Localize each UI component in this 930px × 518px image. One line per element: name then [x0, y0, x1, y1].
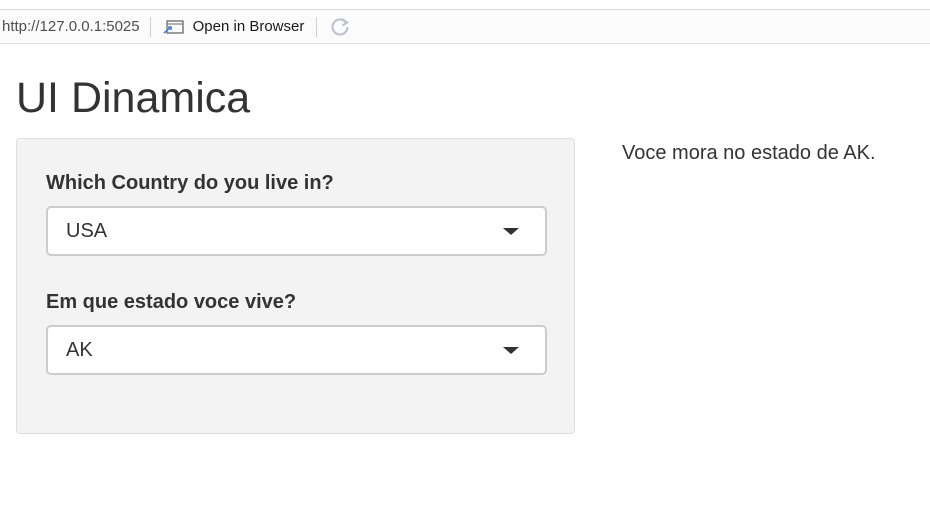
refresh-button[interactable]: [329, 16, 351, 38]
toolbar-separator: [149, 16, 151, 37]
state-label: Em que estado voce vive?: [46, 291, 297, 313]
output-text: Voce mora no estado de AK.: [622, 142, 876, 164]
sidebar-panel: Which Country do you live in? USA Em que…: [16, 138, 575, 434]
viewer-toolbar: http://127.0.0.1:5025 Open in Browser: [0, 10, 930, 44]
toolbar-separator-2: [316, 16, 318, 37]
open-in-browser-label: Open in Browser: [192, 18, 305, 35]
state-select-value: AK: [66, 339, 93, 361]
refresh-icon: [331, 17, 350, 35]
state-select[interactable]: AK: [46, 325, 547, 375]
page-title: UI Dinamica: [16, 74, 251, 122]
open-in-browser-icon: [163, 19, 184, 34]
country-select-value: USA: [66, 220, 108, 242]
country-label: Which Country do you live in?: [46, 172, 334, 194]
chevron-down-icon: [503, 347, 519, 354]
chevron-down-icon: [503, 228, 519, 235]
country-select[interactable]: USA: [46, 206, 547, 256]
url-text: http://127.0.0.1:5025: [2, 18, 140, 35]
open-in-browser-button[interactable]: Open in Browser: [163, 18, 305, 35]
